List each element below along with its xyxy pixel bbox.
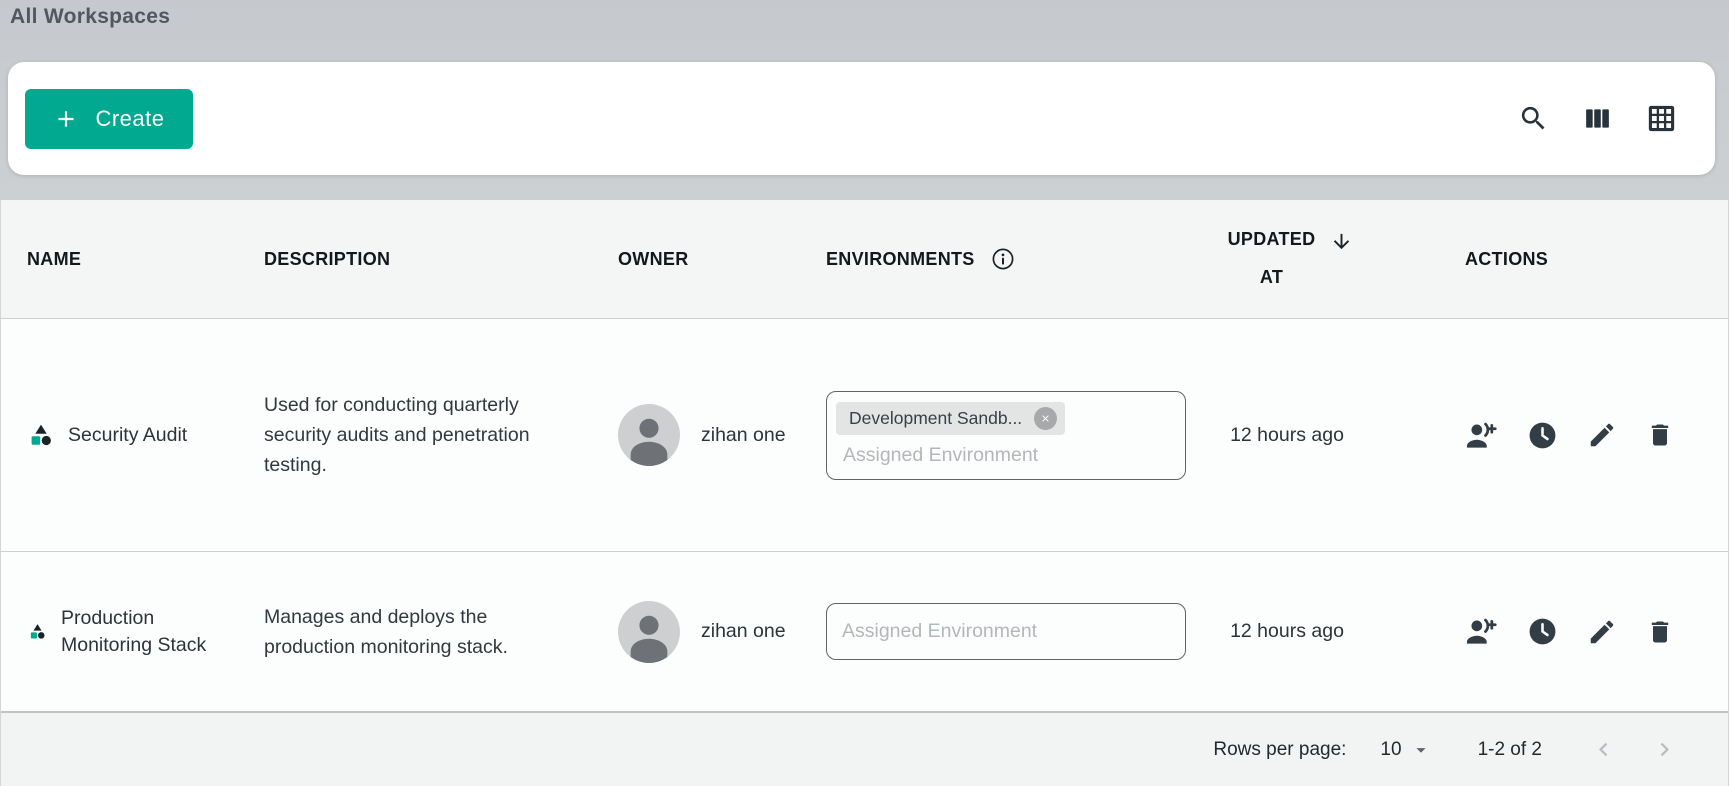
rows-per-page-value: 10 bbox=[1380, 739, 1401, 761]
rows-per-page-label: Rows per page: bbox=[1213, 739, 1346, 761]
create-button[interactable]: Create bbox=[25, 89, 193, 149]
table-row: Security Audit Used for conducting quart… bbox=[1, 318, 1728, 551]
person-icon bbox=[618, 601, 680, 663]
environments-cell: Development Sandb... Assigned Environmen… bbox=[803, 391, 1189, 480]
environments-cell: Assigned Environment bbox=[803, 603, 1189, 660]
add-user-button[interactable] bbox=[1465, 419, 1498, 452]
workspace-description: Manages and deploys the production monit… bbox=[264, 602, 549, 662]
previous-page-button[interactable] bbox=[1590, 736, 1617, 763]
environment-placeholder: Assigned Environment bbox=[842, 620, 1037, 643]
clock-icon bbox=[1527, 616, 1558, 647]
page-title: All Workspaces bbox=[10, 5, 1729, 29]
workspace-description-cell: Used for conducting quarterly security a… bbox=[241, 390, 593, 480]
workspace-name-cell: Security Audit bbox=[1, 422, 241, 449]
updated-at-value: 12 hours ago bbox=[1230, 424, 1344, 446]
chevron-right-icon bbox=[1651, 736, 1678, 763]
history-button[interactable] bbox=[1527, 420, 1558, 451]
pager-controls bbox=[1590, 736, 1678, 763]
create-button-label: Create bbox=[95, 106, 164, 132]
view-grid-icon bbox=[1646, 103, 1677, 134]
workspaces-page: All Workspaces Create NAME DES bbox=[0, 0, 1729, 786]
workspace-name: Production Monitoring Stack bbox=[61, 605, 221, 659]
next-page-button[interactable] bbox=[1651, 736, 1678, 763]
column-header-actions: ACTIONS bbox=[1385, 249, 1728, 270]
search-icon bbox=[1518, 103, 1549, 134]
pagination-bar: Rows per page: 10 1-2 of 2 bbox=[1, 711, 1728, 786]
column-header-environments-label: ENVIRONMENTS bbox=[826, 249, 975, 270]
table-header-row: NAME DESCRIPTION OWNER ENVIRONMENTS UPDA… bbox=[1, 200, 1728, 318]
delete-button[interactable] bbox=[1646, 618, 1674, 646]
edit-button[interactable] bbox=[1587, 617, 1617, 647]
column-header-name[interactable]: NAME bbox=[1, 249, 241, 270]
environment-chip-label: Development Sandb... bbox=[849, 408, 1022, 429]
plus-icon bbox=[53, 106, 79, 132]
column-header-description-label: DESCRIPTION bbox=[264, 249, 390, 270]
chevron-left-icon bbox=[1590, 736, 1617, 763]
trash-icon bbox=[1646, 618, 1674, 646]
clock-icon bbox=[1527, 420, 1558, 451]
workspace-category-icon bbox=[29, 623, 46, 640]
assigned-environment-combobox[interactable]: Assigned Environment bbox=[826, 603, 1186, 660]
updated-at-value: 12 hours ago bbox=[1230, 620, 1344, 642]
dropdown-caret-icon bbox=[1410, 739, 1432, 761]
column-header-updated-at-label: UPDATED AT bbox=[1222, 221, 1322, 297]
updated-at-cell: 12 hours ago bbox=[1230, 620, 1344, 643]
owner-name: zihan one bbox=[701, 424, 786, 447]
history-button[interactable] bbox=[1527, 616, 1558, 647]
view-grid-button[interactable] bbox=[1644, 101, 1679, 136]
info-icon[interactable] bbox=[991, 247, 1015, 271]
column-header-description[interactable]: DESCRIPTION bbox=[241, 249, 593, 270]
add-user-icon bbox=[1465, 419, 1498, 452]
pencil-icon bbox=[1587, 420, 1617, 450]
workspace-description-cell: Manages and deploys the production monit… bbox=[241, 602, 593, 662]
owner-cell: zihan one bbox=[593, 404, 803, 466]
view-columns-button[interactable] bbox=[1581, 102, 1614, 135]
column-header-actions-label: ACTIONS bbox=[1465, 249, 1548, 270]
workspace-category-icon bbox=[29, 423, 53, 447]
trash-icon bbox=[1646, 421, 1674, 449]
add-user-icon bbox=[1465, 615, 1498, 648]
column-header-owner[interactable]: OWNER bbox=[593, 249, 803, 270]
person-icon bbox=[618, 404, 680, 466]
view-columns-icon bbox=[1583, 104, 1612, 133]
delete-button[interactable] bbox=[1646, 421, 1674, 449]
avatar bbox=[618, 601, 680, 663]
environment-chip: Development Sandb... bbox=[836, 402, 1065, 435]
actions-cell bbox=[1385, 419, 1728, 452]
pencil-icon bbox=[1587, 617, 1617, 647]
top-bar: All Workspaces bbox=[0, 0, 1729, 62]
edit-button[interactable] bbox=[1587, 420, 1617, 450]
environment-placeholder: Assigned Environment bbox=[836, 444, 1176, 467]
updated-at-cell: 12 hours ago bbox=[1230, 424, 1344, 447]
rows-per-page-select[interactable]: 10 bbox=[1380, 739, 1431, 761]
workspace-name-cell: Production Monitoring Stack bbox=[1, 605, 241, 659]
chip-remove-button[interactable] bbox=[1034, 407, 1057, 430]
owner-name: zihan one bbox=[701, 620, 786, 643]
search-button[interactable] bbox=[1516, 101, 1551, 136]
close-icon bbox=[1040, 413, 1051, 424]
column-header-environments[interactable]: ENVIRONMENTS bbox=[803, 247, 1189, 271]
owner-cell: zihan one bbox=[593, 601, 803, 663]
pagination-range: 1-2 of 2 bbox=[1478, 739, 1542, 761]
add-user-button[interactable] bbox=[1465, 615, 1498, 648]
assigned-environment-combobox[interactable]: Development Sandb... Assigned Environmen… bbox=[826, 391, 1186, 480]
table-row: Production Monitoring Stack Manages and … bbox=[1, 551, 1728, 711]
column-header-owner-label: OWNER bbox=[618, 249, 689, 270]
avatar bbox=[618, 404, 680, 466]
workspace-name: Security Audit bbox=[68, 422, 187, 449]
toolbar: Create bbox=[8, 62, 1715, 175]
workspaces-table: NAME DESCRIPTION OWNER ENVIRONMENTS UPDA… bbox=[0, 200, 1729, 786]
toolbar-icons bbox=[1516, 101, 1679, 136]
workspace-description: Used for conducting quarterly security a… bbox=[264, 390, 549, 480]
column-header-updated-at[interactable]: UPDATED AT bbox=[1222, 221, 1353, 297]
column-header-name-label: NAME bbox=[27, 249, 81, 270]
sort-desc-arrow-icon[interactable] bbox=[1330, 230, 1353, 253]
actions-cell bbox=[1385, 615, 1728, 648]
